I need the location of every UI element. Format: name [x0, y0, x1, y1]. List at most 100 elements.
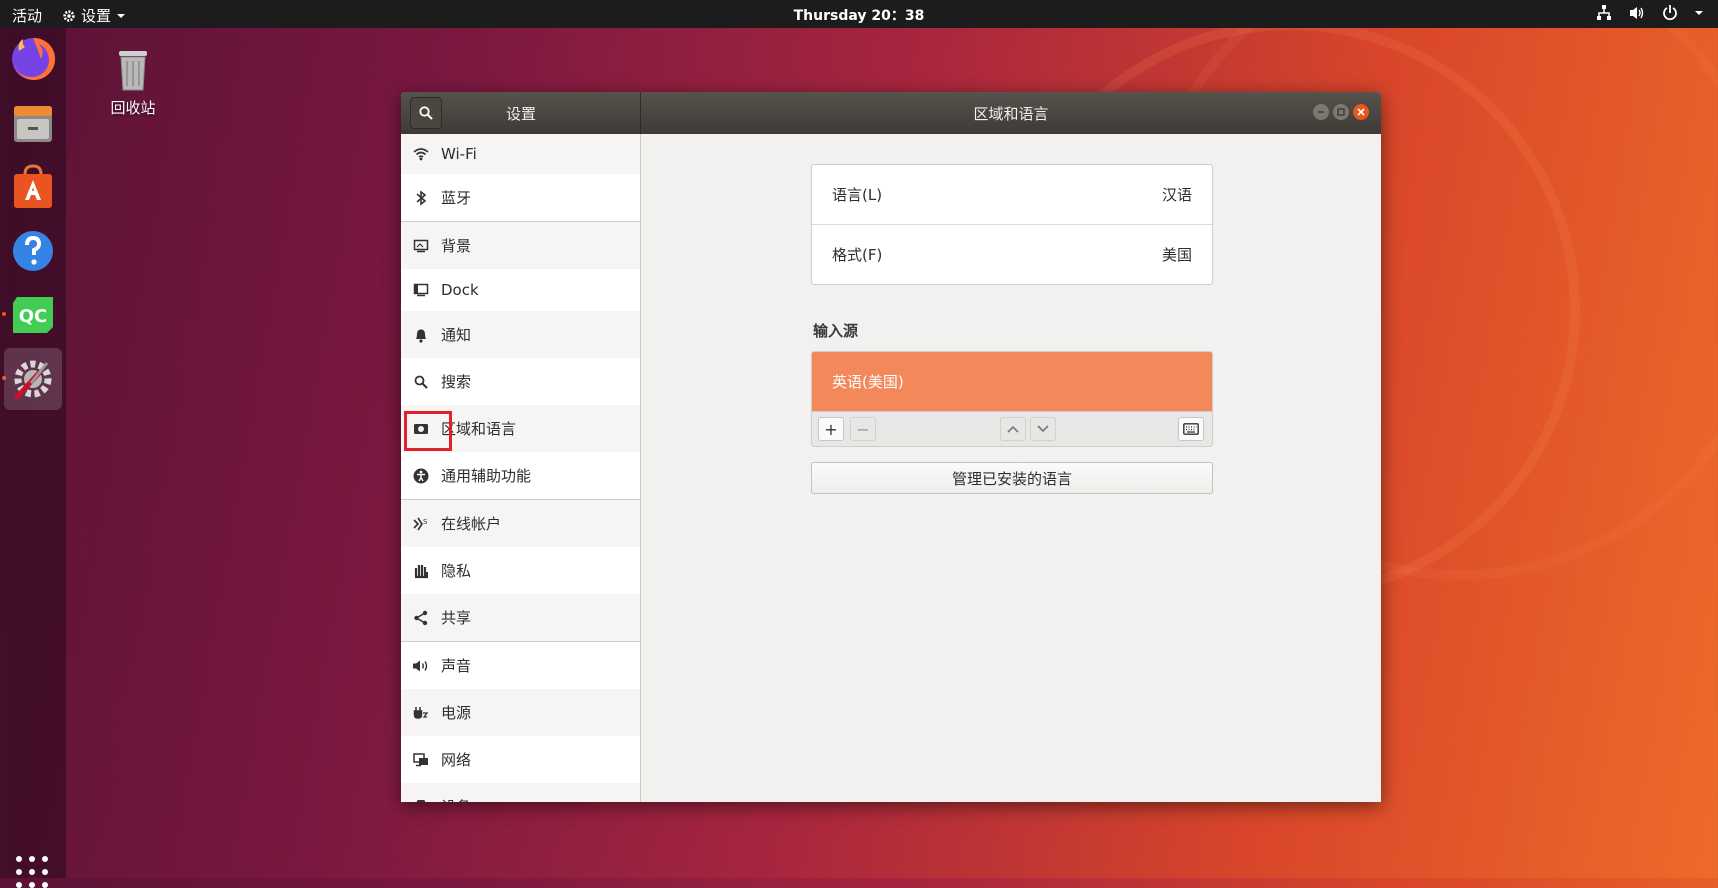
share-icon: [414, 610, 428, 625]
accessibility-icon: [413, 468, 429, 483]
minimize-button[interactable]: [1313, 104, 1329, 120]
sidebar-item-wifi[interactable]: Wi-Fi: [401, 134, 640, 174]
sidebar-item-label: Wi-Fi: [441, 145, 477, 163]
gear-icon: [63, 9, 75, 22]
sidebar-item-power[interactable]: 电源: [401, 689, 640, 736]
speaker-icon: [413, 660, 428, 671]
online-accounts-icon: S: [413, 517, 428, 530]
sidebar-item-search[interactable]: 搜索: [401, 358, 640, 405]
background-icon: [413, 239, 429, 252]
maximize-button[interactable]: [1333, 104, 1349, 120]
sidebar-item-online-accounts[interactable]: S 在线帐户: [401, 500, 640, 547]
title-bar: 设置 区域和语言: [401, 92, 1381, 134]
chevron-down-icon: [1037, 425, 1049, 433]
input-sources-heading: 输入源: [813, 322, 859, 340]
chevron-down-icon: [117, 13, 126, 18]
app-menu[interactable]: 设置: [62, 5, 126, 26]
input-sources-toolbar: + −: [812, 411, 1212, 446]
qt-creator-icon: QC: [13, 297, 53, 333]
sidebar-item-label: 在线帐户: [441, 515, 502, 533]
minimize-icon: [1318, 111, 1324, 113]
keyboard-layout-button[interactable]: [1178, 417, 1204, 441]
bell-icon: [416, 329, 426, 343]
sidebar-item-label: 声音: [441, 657, 472, 675]
remove-input-source-button[interactable]: −: [850, 417, 876, 441]
sidebar-item-notifications[interactable]: 通知: [401, 311, 640, 358]
dock-qtcreator[interactable]: QC: [4, 286, 62, 344]
sidebar-item-label: 背景: [441, 237, 472, 255]
sidebar-item-bluetooth[interactable]: 蓝牙: [401, 174, 640, 221]
show-applications-icon[interactable]: [16, 856, 48, 888]
language-label: 语言(L): [832, 186, 883, 204]
add-input-source-button[interactable]: +: [818, 417, 844, 441]
wifi-icon: [413, 148, 429, 161]
sidebar-item-label: 共享: [441, 609, 472, 627]
privacy-hand-icon: [414, 564, 428, 578]
dock-help[interactable]: [4, 222, 62, 280]
page-title: 区域和语言: [973, 105, 1049, 123]
software-center-icon: [14, 164, 52, 208]
sidebar-item-label: 通用辅助功能: [441, 467, 532, 485]
power-plug-icon: [413, 706, 429, 719]
move-up-button[interactable]: [1000, 417, 1026, 441]
sidebar-item-background[interactable]: 背景: [401, 222, 640, 269]
sidebar-item-devices[interactable]: 设备: [401, 783, 640, 802]
maximize-icon: [1337, 108, 1345, 116]
settings-sidebar: Wi-Fi 蓝牙 背景 Dock 通知 搜索 区域和语言 通用辅助功能 S 在线…: [401, 134, 641, 802]
sidebar-item-label: 隐私: [441, 562, 472, 580]
dock-settings[interactable]: [4, 348, 62, 410]
network-icon[interactable]: [1596, 4, 1612, 22]
devices-icon: [417, 799, 425, 802]
firefox-icon: [12, 37, 56, 80]
settings-tools-icon: [14, 360, 52, 400]
input-source-label: 英语(美国): [832, 373, 904, 391]
close-button[interactable]: [1353, 104, 1369, 120]
app-menu-label: 设置: [81, 7, 112, 25]
activities-button[interactable]: 活动: [12, 5, 42, 26]
help-icon: [13, 231, 53, 271]
dock-firefox[interactable]: [4, 30, 62, 88]
keyboard-icon: [1183, 423, 1199, 435]
dock-icon: [413, 283, 429, 297]
input-source-item[interactable]: 英语(美国): [812, 352, 1212, 411]
svg-text:QC: QC: [19, 306, 48, 327]
search-button[interactable]: [410, 97, 442, 129]
settings-window: 设置 区域和语言 Wi-Fi 蓝牙 背景 Dock 通知 搜索 区域和语言 通用…: [401, 92, 1381, 802]
dock-software[interactable]: [4, 158, 62, 216]
sidebar-item-privacy[interactable]: 隐私: [401, 547, 640, 594]
sidebar-item-dock[interactable]: Dock: [401, 269, 640, 311]
sidebar-item-label: 蓝牙: [441, 189, 472, 207]
sidebar-item-label: 区域和语言: [441, 420, 517, 438]
search-icon: [419, 106, 433, 120]
network-icon: [413, 752, 428, 766]
format-value: 美国: [1161, 246, 1192, 264]
input-sources-list: 英语(美国) + −: [811, 351, 1213, 447]
close-icon: [1357, 108, 1365, 116]
move-down-button[interactable]: [1030, 417, 1056, 441]
system-tray[interactable]: [1596, 4, 1704, 22]
language-row[interactable]: 语言(L) 汉语: [812, 165, 1212, 224]
chevron-up-icon: [1007, 425, 1019, 433]
dock-files[interactable]: [4, 94, 62, 152]
format-label: 格式(F): [832, 246, 883, 264]
sidebar-item-network[interactable]: 网络: [401, 736, 640, 783]
sidebar-item-label: 设备: [441, 796, 471, 802]
sidebar-item-accessibility[interactable]: 通用辅助功能: [401, 452, 640, 499]
region-language-panel: 语言(L) 汉语 格式(F) 美国 输入源 英语(美国) + − 管理已安装的语…: [641, 134, 1381, 802]
sidebar-item-sound[interactable]: 声音: [401, 642, 640, 689]
dock: QC: [0, 28, 66, 888]
sidebar-item-label: 电源: [441, 704, 472, 722]
manage-installed-languages-button[interactable]: 管理已安装的语言: [811, 462, 1213, 494]
sidebar-item-label: Dock: [441, 281, 479, 299]
volume-icon[interactable]: [1628, 4, 1646, 22]
sidebar-item-label: 网络: [441, 751, 472, 769]
sidebar-item-label: 通知: [441, 326, 472, 344]
power-icon[interactable]: [1662, 4, 1678, 22]
language-value: 汉语: [1161, 186, 1192, 204]
desktop-trash[interactable]: 回收站: [105, 45, 161, 118]
chevron-down-icon: [1695, 11, 1703, 15]
clock[interactable]: Thursday 20：38: [794, 8, 925, 24]
file-cabinet-icon: [14, 106, 52, 142]
format-row[interactable]: 格式(F) 美国: [812, 224, 1212, 284]
sidebar-item-sharing[interactable]: 共享: [401, 594, 640, 641]
